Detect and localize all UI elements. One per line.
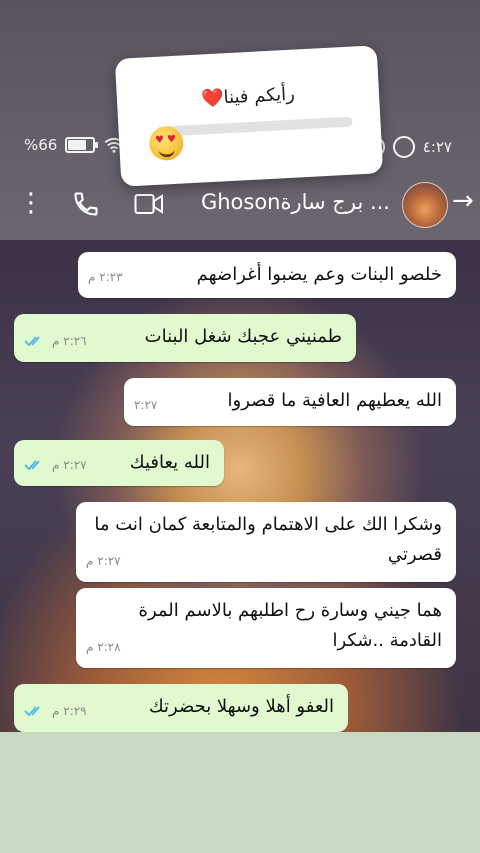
message-time: ٢:٢٩ م [52,704,87,718]
message-time: ٢:٢٨ م [86,640,121,654]
more-options-icon[interactable]: ⋮ [18,190,44,216]
message-bubble[interactable]: الله يعطيهم العافية ما قصروا ٢:٢٧ [124,378,456,426]
read-receipt-icon [24,460,40,471]
contact-avatar[interactable] [402,182,448,228]
message-time: ٢:٢٧ [134,398,158,412]
message-time: ٢:٢٧ م [86,554,121,568]
video-call-icon[interactable] [134,192,164,216]
chat-messages-area[interactable]: خلصو البنات وعم يضبوا أغراضهم ٢:٢٣ م طمن… [0,240,480,732]
message-bubble[interactable]: الله يعافيك ٢:٢٧ م [14,440,224,486]
message-bubble[interactable]: وشكرا الك على الاهتمام والمتابعة كمان ان… [76,502,456,582]
message-bubble[interactable]: هما جيني وسارة رح اطلبهم بالاسم المرة ال… [76,588,456,668]
message-time: ٢:٢٣ م [88,270,123,284]
heart-eyes-emoji-icon[interactable]: ♥ ♥ [148,125,185,162]
contact-name[interactable]: ... برج سارةGhoson [190,190,390,214]
message-time: ٢:٢٦ م [52,334,87,348]
message-bubble[interactable]: العفو أهلا وسهلا بحضرتك ٢:٢٩ م [14,684,348,732]
message-time: ٢:٢٧ م [52,458,87,472]
message-text: هما جيني وسارة رح اطلبهم بالاسم المرة ال… [138,600,442,651]
battery-icon [65,137,99,153]
story-bottom-background [0,732,480,853]
back-arrow-icon[interactable]: → [452,188,474,214]
message-bubble[interactable]: خلصو البنات وعم يضبوا أغراضهم ٢:٢٣ م [78,252,456,298]
chat-header: ⋮ ... برج سارةGhoson → [0,176,480,232]
emoji-slider-sticker[interactable]: رأيكم فينا❤️ ♥ ♥ [114,45,384,187]
poll-question: رأيكم فينا❤️ [200,83,296,110]
message-text: الله يعطيهم العافية ما قصروا [227,390,442,411]
message-text: وشكرا الك على الاهتمام والمتابعة كمان ان… [94,514,442,565]
message-bubble[interactable]: طمنيني عجبك شغل البنات ٢:٢٦ م [14,314,356,362]
whatsapp-icon [392,136,415,158]
read-receipt-icon [24,706,40,717]
read-receipt-icon [24,336,40,347]
battery-percent: %66 [24,136,58,154]
slider-track[interactable] [156,116,353,137]
status-time: ٤:٢٧ [422,138,452,156]
phone-call-icon[interactable] [72,190,100,218]
message-text: خلصو البنات وعم يضبوا أغراضهم [196,264,442,285]
